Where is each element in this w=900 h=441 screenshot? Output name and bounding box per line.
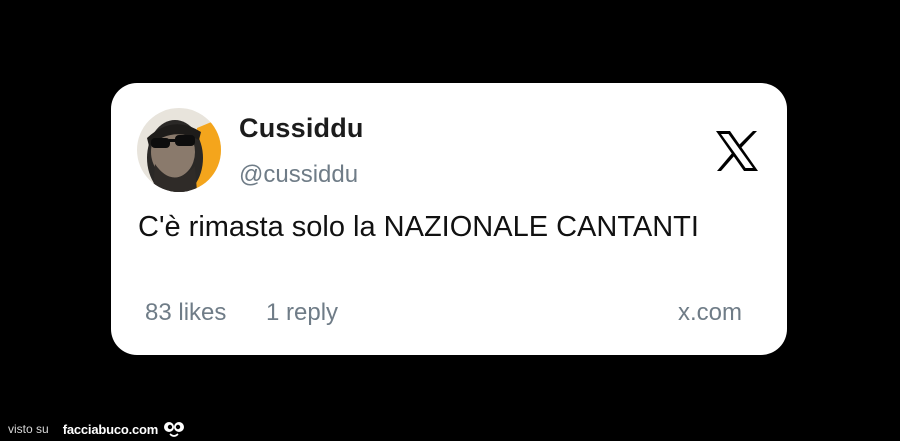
x-logo-icon[interactable] [713,127,761,175]
tweet-card[interactable]: Cussiddu @cussiddu C'è rimasta solo la N… [111,83,787,355]
avatar[interactable] [137,108,221,192]
reply-count[interactable]: 1 reply [266,299,338,327]
likes-count[interactable]: 83 likes [145,299,226,327]
googly-eyes-icon [163,419,185,439]
source-link[interactable]: x.com [678,299,742,327]
tweet-text: C'è rimasta solo la NAZIONALE CANTANTI [138,211,699,243]
profile-photo [137,108,221,192]
user-handle[interactable]: @cussiddu [239,161,358,189]
watermark-prefix: visto su [8,422,49,436]
display-name[interactable]: Cussiddu [239,113,364,144]
watermark: visto su facciabuco.com [8,418,185,440]
screen: Cussiddu @cussiddu C'è rimasta solo la N… [0,0,900,441]
watermark-site: facciabuco.com [62,421,159,437]
